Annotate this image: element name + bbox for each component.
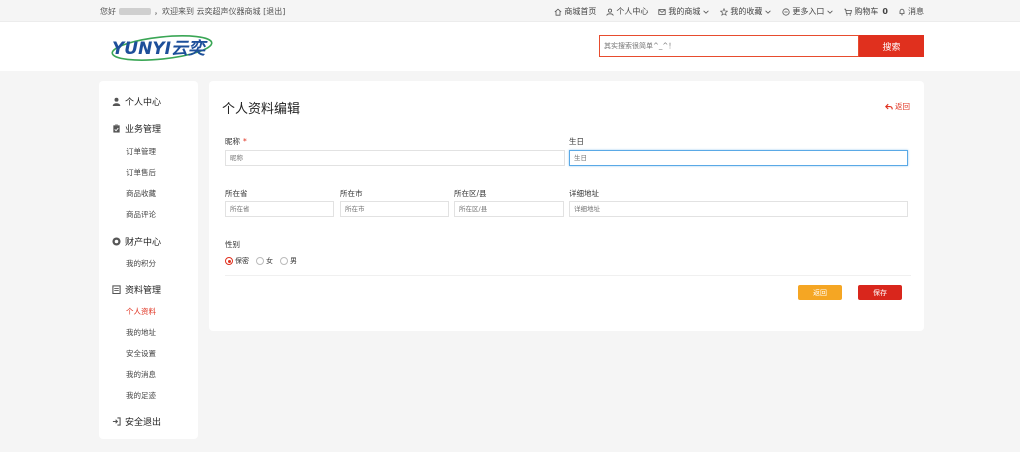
sidebar-group-label: 业务管理 [125, 125, 162, 135]
yunyi-logo[interactable]: YUNYI云奕 [110, 32, 214, 62]
gender-radio-group: 保密 女 男 [225, 256, 297, 266]
sidebar: 个人中心 业务管理 订单管理 订单售后 商品收藏 商品评论 财产中心 我的积分 … [99, 81, 198, 439]
sidebar-item-product-favorites[interactable]: 商品收藏 [126, 188, 156, 199]
sidebar-group-label: 财产中心 [125, 238, 162, 248]
profile-edit-panel: 个人资料编辑 返回 昵称* 生日 所在省 所在市 所在区/县 详细地址 性别 保… [209, 81, 924, 331]
messages-label: 消息 [908, 7, 924, 16]
messages-link[interactable]: 消息 [898, 6, 924, 17]
username-blurred [119, 8, 151, 15]
chevron-down-icon [827, 10, 834, 14]
form-divider [225, 275, 911, 276]
city-input[interactable] [340, 201, 449, 217]
document-icon [112, 285, 121, 294]
sidebar-group-personal-center[interactable]: 个人中心 [112, 95, 161, 108]
sidebar-group-business[interactable]: 业务管理 [112, 122, 161, 135]
search-input[interactable] [599, 35, 859, 57]
clipboard-icon [113, 124, 120, 133]
my-favorites-link[interactable]: 我的收藏 [720, 6, 772, 17]
my-mall-label: 我的商城 [668, 7, 701, 16]
my-mall-link[interactable]: 我的商城 [658, 6, 710, 17]
user-icon [606, 8, 615, 16]
nickname-input[interactable] [225, 150, 565, 166]
star-icon [720, 7, 729, 16]
district-input[interactable] [454, 201, 564, 217]
province-input[interactable] [225, 201, 334, 217]
back-link-label: 返回 [895, 102, 910, 111]
home-link[interactable]: 商城首页 [554, 6, 596, 17]
return-arrow-icon [885, 103, 893, 109]
city-label: 所在市 [340, 189, 363, 198]
gender-radio-secret[interactable]: 保密 [225, 256, 249, 266]
province-label: 所在省 [225, 189, 248, 198]
greeting-prefix: 您好 [100, 7, 116, 16]
sidebar-item-personal-info[interactable]: 个人资料 [126, 306, 156, 317]
cart-link[interactable]: 购物车 0 [844, 6, 888, 17]
coin-icon [112, 237, 121, 246]
sidebar-item-my-points[interactable]: 我的积分 [126, 258, 156, 269]
sidebar-group-label: 个人中心 [125, 98, 162, 108]
home-link-label: 商城首页 [564, 7, 597, 16]
sidebar-group-label: 安全退出 [125, 418, 162, 428]
cart-count: 0 [882, 7, 888, 16]
sidebar-item-after-sales[interactable]: 订单售后 [126, 167, 156, 178]
personal-center-link[interactable]: 个人中心 [606, 6, 648, 17]
sidebar-item-my-address[interactable]: 我的地址 [126, 327, 156, 338]
logout-icon [112, 417, 121, 426]
radio-dot [280, 257, 288, 265]
birthday-input[interactable] [569, 150, 908, 166]
birthday-label: 生日 [569, 137, 584, 146]
cart-label: 购物车 [854, 7, 879, 16]
sidebar-group-label: 资料管理 [125, 286, 162, 296]
address-input[interactable] [569, 201, 908, 217]
search-button[interactable]: 搜索 [859, 35, 924, 57]
top-bar: 您好 ，欢迎来到 云奕超声仪器商城 [退出] 商城首页 个人中心 我的商城 我的收… [0, 0, 1020, 22]
welcome-text: ，欢迎来到 云奕超声仪器商城 [154, 7, 261, 16]
radio-dot [225, 257, 233, 265]
radio-dot [256, 257, 264, 265]
sidebar-group-profile[interactable]: 资料管理 [112, 283, 161, 296]
more-circle-icon [782, 7, 791, 16]
address-label: 详细地址 [569, 189, 599, 198]
sidebar-group-finance[interactable]: 财产中心 [112, 235, 161, 248]
gender-radio-male[interactable]: 男 [280, 256, 297, 266]
required-mark: * [243, 137, 247, 146]
more-entries-link[interactable]: 更多入口 [782, 6, 834, 17]
sidebar-item-security[interactable]: 安全设置 [126, 348, 156, 359]
personal-center-label: 个人中心 [616, 7, 649, 16]
logout-link[interactable]: [退出] [263, 7, 285, 16]
user-icon [112, 97, 121, 106]
home-icon [554, 8, 562, 16]
top-links: 商城首页 个人中心 我的商城 我的收藏 更多入口 购物车 0 消息 [554, 6, 924, 17]
chevron-down-icon [765, 10, 772, 14]
back-button[interactable]: 返回 [798, 285, 842, 300]
sidebar-safe-logout[interactable]: 安全退出 [112, 415, 161, 428]
district-label: 所在区/县 [454, 189, 487, 198]
gender-label: 性别 [225, 240, 240, 249]
chevron-down-icon [703, 10, 710, 14]
nickname-label: 昵称 * [225, 137, 247, 146]
mail-icon [658, 8, 667, 15]
more-entries-label: 更多入口 [792, 7, 825, 16]
bell-icon [899, 8, 905, 15]
sidebar-item-product-reviews[interactable]: 商品评论 [126, 209, 156, 220]
cart-icon [844, 8, 853, 16]
greeting: 您好 ，欢迎来到 云奕超声仪器商城 [退出] [100, 6, 285, 17]
sidebar-item-orders[interactable]: 订单管理 [126, 146, 156, 157]
back-link[interactable]: 返回 [885, 101, 910, 112]
page-title: 个人资料编辑 [222, 102, 301, 117]
my-favorites-label: 我的收藏 [730, 7, 763, 16]
gender-radio-female[interactable]: 女 [256, 256, 273, 266]
header: YUNYI云奕 搜索 [0, 22, 1020, 71]
save-button[interactable]: 保存 [858, 285, 902, 300]
sidebar-item-my-footprints[interactable]: 我的足迹 [126, 390, 156, 401]
logo-text: YUNYI云奕 [112, 39, 208, 59]
sidebar-item-my-messages[interactable]: 我的消息 [126, 369, 156, 380]
